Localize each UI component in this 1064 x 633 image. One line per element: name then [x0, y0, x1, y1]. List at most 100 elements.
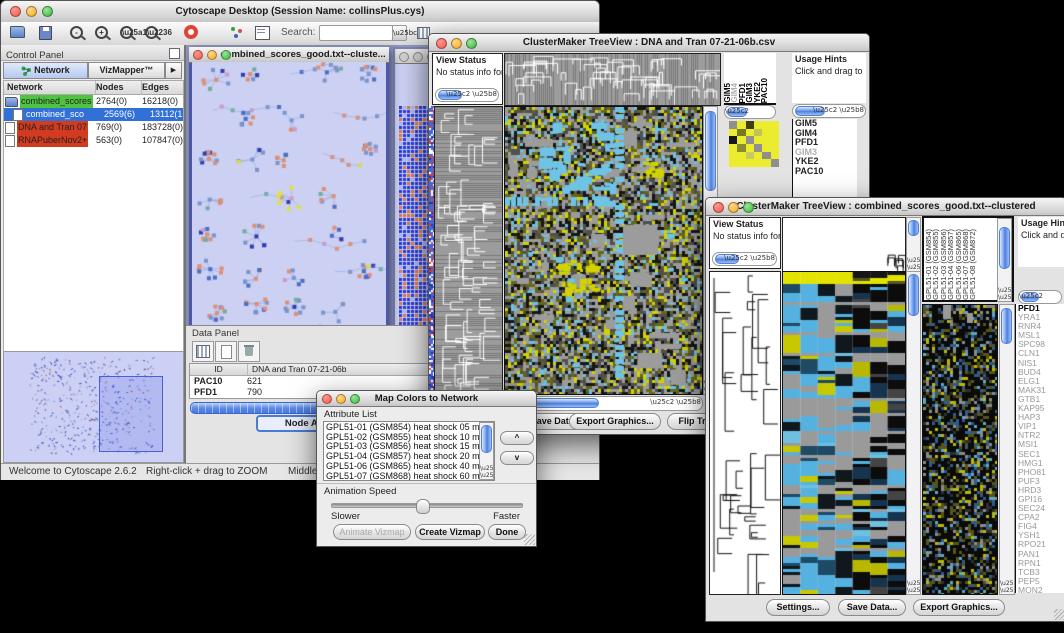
done-button[interactable]: Done: [488, 524, 526, 540]
close-button[interactable]: [322, 394, 332, 404]
tv2-gene-labels: PFD1YRA1RNR4MSL1SPC98CLN1NIS1BUD4ELG1MAK…: [1015, 304, 1064, 593]
tv2-heatmap[interactable]: [782, 271, 906, 595]
tv2-heatmap-vscrollbar[interactable]: \u25b4\u25be: [906, 271, 921, 595]
network2-canvas[interactable]: [399, 106, 429, 353]
zoom-button[interactable]: [42, 6, 53, 17]
tv2-top-vscrollbar[interactable]: \u25b4\u25be: [906, 217, 921, 272]
data-col-id[interactable]: ID: [190, 364, 248, 375]
tv2-column-dendrogram[interactable]: [782, 217, 906, 272]
tv2-view-status-hscrollbar[interactable]: \u25c2 \u25b8: [712, 252, 777, 266]
move-down-button[interactable]: v: [500, 451, 534, 465]
close-button[interactable]: [399, 52, 409, 62]
zoom-button[interactable]: [350, 394, 360, 404]
overview-viewport-rect[interactable]: [99, 376, 163, 452]
col-header-nodes[interactable]: Nodes: [96, 81, 142, 94]
attribute-listbox: GPL51-01 (GSM854) heat shock 05 minGPL51…: [323, 421, 495, 481]
resize-grip[interactable]: [524, 534, 535, 545]
tv2-column-labels-vscrollbar[interactable]: \u25b4\u25be: [997, 218, 1012, 302]
tv1-row-dendrogram[interactable]: [434, 106, 503, 395]
minimize-button[interactable]: [451, 38, 462, 49]
create-vizmap-button[interactable]: Create Vizmap: [415, 524, 485, 540]
tv2-export-graphics-button[interactable]: Export Graphics...: [913, 599, 1005, 616]
tab-network[interactable]: Network: [3, 62, 88, 79]
network-table-row[interactable]: DNA and Tran 07769(0)183728(0): [4, 121, 183, 134]
tv1-column-label[interactable]: PAC10: [761, 78, 768, 103]
zoom-selected-icon[interactable]: \u2236: [144, 25, 161, 41]
network-icon: [21, 66, 31, 76]
map-colors-dialog: Map Colors to Network Attribute List GPL…: [316, 390, 537, 547]
annotation-window-icon[interactable]: [254, 25, 271, 41]
animate-vizmap-button[interactable]: Animate Vizmap: [333, 524, 411, 540]
document-icon: [5, 135, 15, 147]
tv1-usage-hscrollbar[interactable]: \u25c2 \u25b8: [792, 104, 866, 118]
tv1-column-labels: GIM5GIM4PFD1GIM3YKE2PAC10: [724, 53, 776, 105]
delete-attribute-trash-icon[interactable]: [238, 341, 260, 362]
col-header-edges[interactable]: Edges: [142, 81, 183, 94]
tv1-global-matrix[interactable]: [729, 121, 779, 167]
help-lifesaver-icon[interactable]: [184, 25, 198, 39]
document-icon: [5, 122, 15, 134]
tv2-row-dendrogram[interactable]: [709, 271, 781, 595]
main-titlebar: Cytoscape Desktop (Session Name: collins…: [1, 1, 599, 23]
tv2-usage-hscrollbar[interactable]: \u25c2 \u25b8: [1018, 290, 1062, 304]
animation-speed-slider[interactable]: [331, 503, 523, 508]
tv2-settings-button[interactable]: Settings...: [766, 599, 830, 616]
tab-vizmapper[interactable]: VizMapper™: [88, 62, 165, 79]
attribute-list-item[interactable]: GPL51-07 (GSM868) heat shock 60 min: [326, 472, 492, 481]
new-attribute-icon[interactable]: [215, 341, 237, 362]
float-panel-icon[interactable]: [169, 48, 180, 59]
tv2-gene-label[interactable]: MON2: [1018, 586, 1064, 593]
col-header-network[interactable]: Network: [4, 81, 96, 94]
tv1-view-status-hscrollbar[interactable]: \u25c2 \u25b8: [435, 88, 499, 102]
tv1-usage-hints-panel: Usage Hints Click and drag to: [792, 53, 866, 103]
attribute-list-vscrollbar[interactable]: \u25b4\u25be: [479, 422, 494, 480]
document-icon: [13, 109, 23, 121]
tv2-column-label[interactable]: GPL51-08 (GSM872): [969, 229, 976, 300]
network-overview-panel[interactable]: [3, 351, 184, 463]
main-window-title: Cytoscape Desktop (Session Name: collins…: [176, 6, 425, 17]
close-button[interactable]: [10, 6, 21, 17]
tab-more-button[interactable]: ▶: [165, 62, 182, 79]
control-panel-title: Control Panel: [1, 50, 64, 61]
move-up-button[interactable]: ^: [500, 431, 534, 445]
zoom-button[interactable]: [743, 202, 754, 213]
resize-grip[interactable]: [1054, 609, 1064, 620]
close-button[interactable]: [713, 202, 724, 213]
tv2-column-labels-panel: GPL51-01 (GSM854)GPL51-02 (GSM855)GPL51-…: [922, 216, 1014, 302]
tv1-export-graphics-button[interactable]: Export Graphics...: [569, 413, 661, 430]
close-button[interactable]: [436, 38, 447, 49]
tv1-row-label[interactable]: PAC10: [795, 167, 857, 177]
tv1-view-status-panel: View Status No status info for \u25c2 \u…: [432, 53, 503, 105]
desktop: { "colors": { "accent_blue": "#3170d6", …: [0, 0, 1064, 633]
tv1-labels-hscrollbar[interactable]: \u25c2 \u25b8: [724, 105, 776, 119]
data-panel-title: Data Panel: [192, 328, 239, 339]
close-button[interactable]: [193, 50, 203, 60]
tv2-global-heatmap[interactable]: [922, 304, 998, 595]
network-table-row[interactable]: RNAPuberNov2+563(0)107847(0): [4, 134, 183, 147]
save-icon[interactable]: [37, 25, 54, 41]
zoom-fit-icon[interactable]: \u25a1: [119, 25, 136, 41]
network1-canvas[interactable]: [192, 62, 386, 362]
tv1-heatmap[interactable]: [504, 106, 703, 395]
open-file-icon[interactable]: [9, 25, 26, 41]
treeview2-title: ClusterMaker TreeView : combined_scores_…: [736, 201, 1035, 212]
network-table-row[interactable]: combined_sco2569(6)13112(15): [4, 108, 183, 121]
tv2-save-data-button[interactable]: Save Data...: [838, 599, 906, 616]
zoom-out-icon[interactable]: -: [69, 25, 86, 41]
tv2-global-vscrollbar[interactable]: \u25b4\u25be: [999, 304, 1015, 595]
zoom-button[interactable]: [466, 38, 477, 49]
tv1-column-dendrogram[interactable]: [504, 53, 721, 106]
network-table-row[interactable]: combined_scores2764(0)16218(0): [4, 95, 183, 108]
search-dropdown-arrow-icon[interactable]: \u25bc: [392, 25, 407, 41]
slider-thumb[interactable]: [416, 499, 430, 514]
zoom-in-icon[interactable]: +: [94, 25, 111, 41]
minimize-button[interactable]: [207, 50, 217, 60]
minimize-button[interactable]: [336, 394, 346, 404]
minimize-button[interactable]: [26, 6, 37, 17]
vizmapper-nodes-icon[interactable]: [229, 25, 246, 41]
zoom-button[interactable]: [221, 50, 231, 60]
search-input[interactable]: [319, 25, 393, 41]
table-mode-icon[interactable]: [192, 341, 214, 362]
minimize-button[interactable]: [728, 202, 739, 213]
minimize-button[interactable]: [413, 52, 423, 62]
